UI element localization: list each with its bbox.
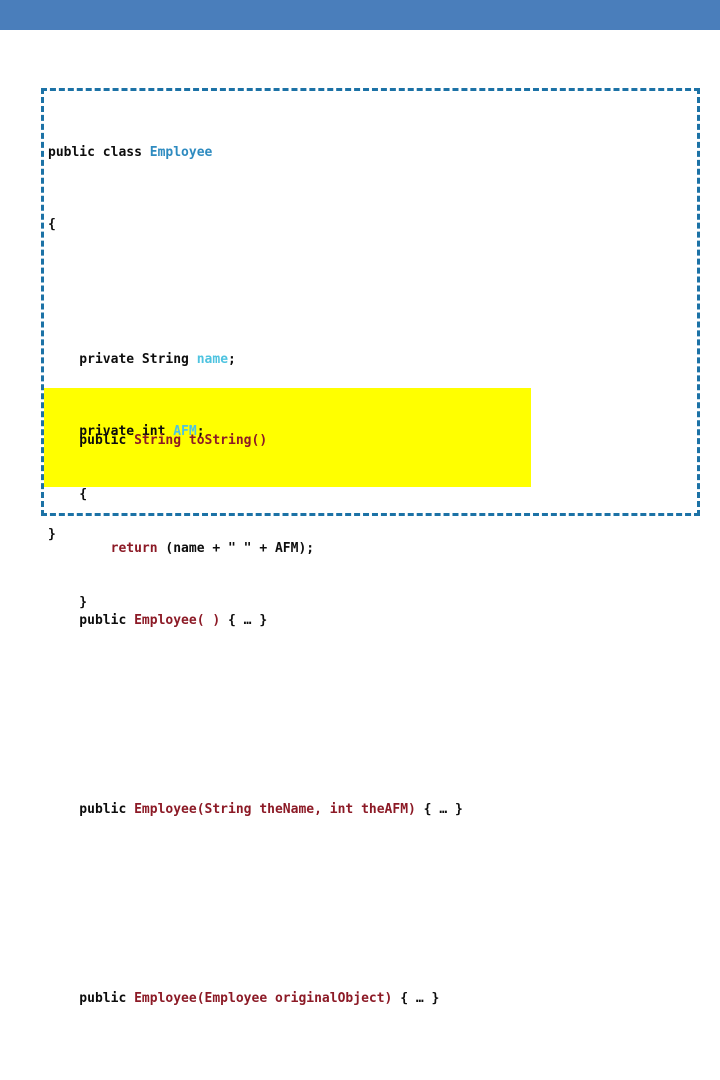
body-ellipsis-ctor-copy: { … } [392,991,440,1006]
tostring-method-listing: public String toString() { return (name … [44,388,531,610]
code-line-tostring-signature: public String toString() [44,432,531,450]
keyword-public-class: public class [48,145,150,160]
code-line-spacer-1 [44,288,698,297]
class-name-employee: Employee [149,145,213,160]
code-line-spacer-4b [44,927,698,936]
keyword-public-ctor-default: public [48,613,135,628]
signature-employee-copy: Employee(Employee originalObject) [134,991,393,1006]
code-line-tostring-close-brace: } [44,594,531,612]
brace-open: { [48,217,56,232]
code-line-spacer-4 [44,873,698,891]
signature-employee-default: Employee( ) [134,613,221,628]
code-line-field-name: private String name; [44,351,698,369]
field-modifier-type-name: private String [48,352,197,367]
top-banner [0,0,720,30]
body-ellipsis-ctor-params: { … } [415,802,463,817]
brace-close-tostring: } [48,595,88,610]
semicolon-name: ; [228,352,236,367]
signature-employee-params: Employee(String theName, int theAFM) [134,802,416,817]
keyword-public-ctor-copy: public [48,991,135,1006]
body-ellipsis-ctor-default: { … } [220,613,268,628]
code-line-open-brace: { [44,216,698,234]
code-line-class-close-brace: } [44,526,698,544]
code-line-default-constructor: public Employee( ) { … } [44,612,698,630]
field-identifier-name: name [196,352,229,367]
class-closing-brace-listing: } [44,490,698,542]
code-line-spacer-3b [44,738,698,747]
code-line-spacer-3 [44,684,698,702]
code-line-spacer-5 [44,1062,698,1080]
code-line-class-declaration: public class Employee [44,144,698,162]
code-line-copy-constructor: public Employee(Employee originalObject)… [44,990,698,1008]
keyword-public-ctor-params: public [48,802,135,817]
keyword-public-tostring: public [48,433,135,448]
signature-tostring: String toString() [134,433,268,448]
code-line-param-constructor: public Employee(String theName, int theA… [44,801,698,819]
